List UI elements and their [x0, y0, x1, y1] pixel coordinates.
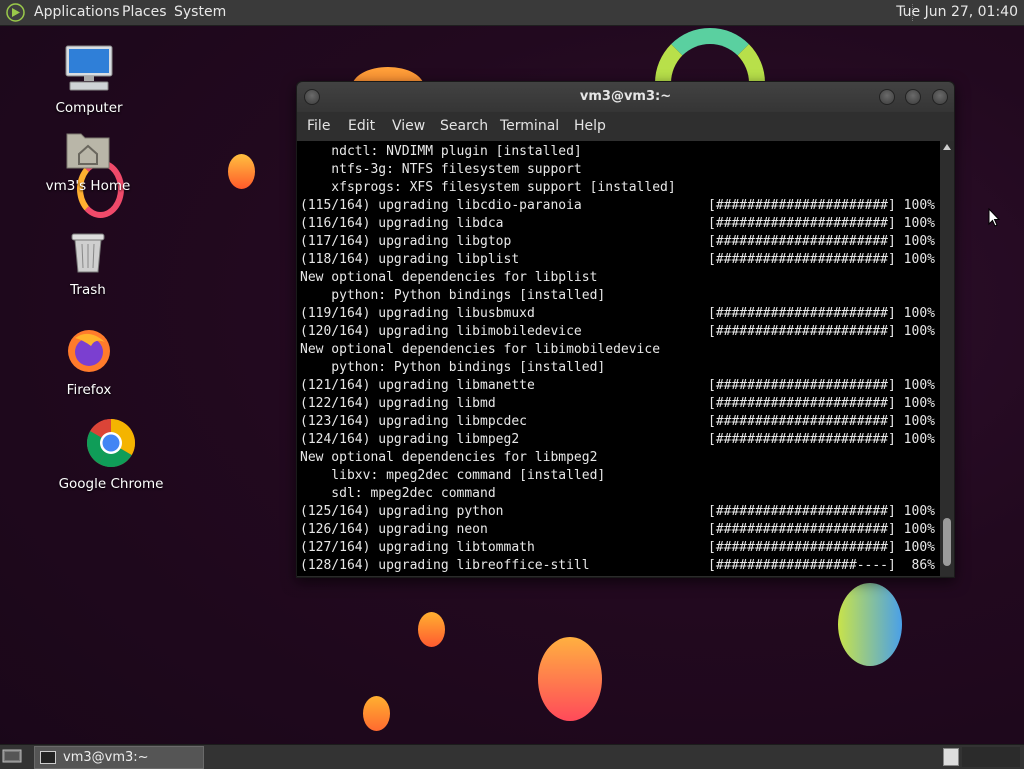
bottom-panel: vm3@vm3:~	[0, 744, 1024, 769]
scroll-up-arrow-icon[interactable]	[943, 144, 951, 150]
progress-bar-text: [######################] 100%	[708, 216, 935, 231]
terminal-line: (125/164) upgrading python	[300, 504, 504, 519]
desktop-icon-computer[interactable]: Computer	[34, 44, 144, 116]
menu-terminal[interactable]: Terminal	[500, 112, 559, 141]
desktop-icon-chrome[interactable]: Google Chrome	[56, 418, 166, 492]
wallpaper-blob-green	[838, 583, 902, 666]
desktop-icon-label: Firefox	[66, 382, 112, 398]
wallpaper-blob-orange-1	[418, 612, 445, 647]
progress-bar-text: [##################----] 86%	[708, 558, 935, 573]
terminal-line: (115/164) upgrading libcdio-paranoia	[300, 198, 582, 213]
maximize-button[interactable]	[905, 89, 921, 105]
terminal-line: (116/164) upgrading libdca	[300, 216, 504, 231]
progress-bar-text: [######################] 100%	[708, 414, 935, 429]
terminal-line: New optional dependencies for libimobile…	[300, 342, 661, 357]
menu-search[interactable]: Search	[440, 112, 488, 141]
workspace-1[interactable]	[943, 748, 959, 766]
terminal-line: (124/164) upgrading libmpeg2	[300, 432, 520, 447]
terminal-line: sdl: mpeg2dec command	[300, 486, 496, 501]
terminal-line: (120/164) upgrading libimobiledevice	[300, 324, 582, 339]
terminal-line: xfsprogs: XFS filesystem support [instal…	[300, 180, 676, 195]
progress-bar-text: [######################] 100%	[708, 504, 935, 519]
terminal-line: New optional dependencies for libmpeg2	[300, 450, 598, 465]
menu-help[interactable]: Help	[574, 112, 606, 141]
terminal-line: (122/164) upgrading libmd	[300, 396, 496, 411]
applications-logo-icon[interactable]	[6, 3, 25, 22]
menu-view[interactable]: View	[392, 112, 425, 141]
terminal-line: python: Python bindings [installed]	[300, 360, 606, 375]
progress-bar-text: [######################] 100%	[708, 324, 935, 339]
progress-bar-text: [######################] 100%	[708, 234, 935, 249]
firefox-icon	[68, 330, 110, 372]
terminal-line: (117/164) upgrading libgtop	[300, 234, 512, 249]
menu-edit[interactable]: Edit	[348, 112, 375, 141]
wallpaper-blob-orange-3	[363, 696, 390, 731]
progress-bar-text: [######################] 100%	[708, 306, 935, 321]
wallpaper-blob-orange-2	[538, 637, 602, 721]
terminal-menubar: File Edit View Search Terminal Help	[297, 112, 954, 141]
terminal-line: (127/164) upgrading libtommath	[300, 540, 535, 555]
desktop-icon-label: vm3's Home	[45, 178, 131, 194]
chrome-icon	[86, 419, 136, 468]
terminal-output[interactable]: ndctl: NVDIMM plugin [installed] ntfs-3g…	[297, 141, 940, 576]
clock[interactable]: Tue Jun 27, 01:40	[896, 0, 1018, 25]
progress-bar-text: [######################] 100%	[708, 252, 935, 267]
terminal-line: (128/164) upgrading libreoffice-still	[300, 558, 590, 573]
menu-system[interactable]: System	[174, 0, 226, 25]
taskbar-item-label: vm3@vm3:~	[63, 750, 149, 765]
progress-bar-text: [######################] 100%	[708, 432, 935, 447]
desktop-icon-label: Computer	[55, 100, 123, 116]
terminal-line: libxv: mpeg2dec command [installed]	[300, 468, 606, 483]
terminal-scrollbar[interactable]	[940, 141, 954, 576]
computer-icon	[65, 45, 113, 91]
mouse-cursor-icon	[988, 208, 1000, 227]
desktop-icon-label: Trash	[70, 282, 106, 298]
progress-bar-text: [######################] 100%	[708, 198, 935, 213]
progress-bar-text: [######################] 100%	[708, 396, 935, 411]
minimize-button[interactable]	[879, 89, 895, 105]
show-desktop-icon[interactable]	[2, 748, 22, 764]
terminal-line: (119/164) upgrading libusbmuxd	[300, 306, 535, 321]
window-titlebar[interactable]: vm3@vm3:~	[297, 82, 954, 112]
top-panel: Applications Places System Tue Jun 27, 0…	[0, 0, 1024, 26]
terminal-line: ndctl: NVDIMM plugin [installed]	[300, 144, 582, 159]
desktop-icon-firefox[interactable]: Firefox	[34, 326, 144, 398]
close-button[interactable]	[932, 89, 948, 105]
window-title: vm3@vm3:~	[579, 89, 672, 104]
desktop-icon-home[interactable]: vm3's Home	[33, 128, 143, 194]
taskbar-item-terminal[interactable]: vm3@vm3:~	[34, 746, 204, 769]
menu-applications[interactable]: Applications	[34, 0, 120, 25]
progress-bar-text: [######################] 100%	[708, 540, 935, 555]
terminal-line: (123/164) upgrading libmpcdec	[300, 414, 527, 429]
desktop-icon-label: Google Chrome	[58, 476, 164, 492]
workspace-2[interactable]	[962, 747, 1020, 767]
terminal-icon	[40, 751, 56, 764]
progress-bar-text: [######################] 100%	[708, 378, 935, 393]
progress-bar-text: [######################] 100%	[708, 522, 935, 537]
menu-places[interactable]: Places	[122, 0, 167, 25]
terminal-line: (118/164) upgrading libplist	[300, 252, 520, 267]
terminal-line: (126/164) upgrading neon	[300, 522, 488, 537]
desktop-icon-trash[interactable]: Trash	[33, 230, 143, 298]
home-folder-icon	[66, 133, 110, 169]
wallpaper-blob-small-left	[228, 154, 255, 189]
menu-file[interactable]: File	[307, 112, 330, 141]
trash-icon	[71, 233, 105, 273]
terminal-line: (121/164) upgrading libmanette	[300, 378, 535, 393]
terminal-window[interactable]: vm3@vm3:~ File Edit View Search Terminal…	[296, 81, 955, 578]
terminal-line: New optional dependencies for libplist	[300, 270, 598, 285]
terminal-line: ntfs-3g: NTFS filesystem support	[300, 162, 582, 177]
scrollbar-thumb[interactable]	[943, 518, 951, 566]
terminal-line: python: Python bindings [installed]	[300, 288, 606, 303]
